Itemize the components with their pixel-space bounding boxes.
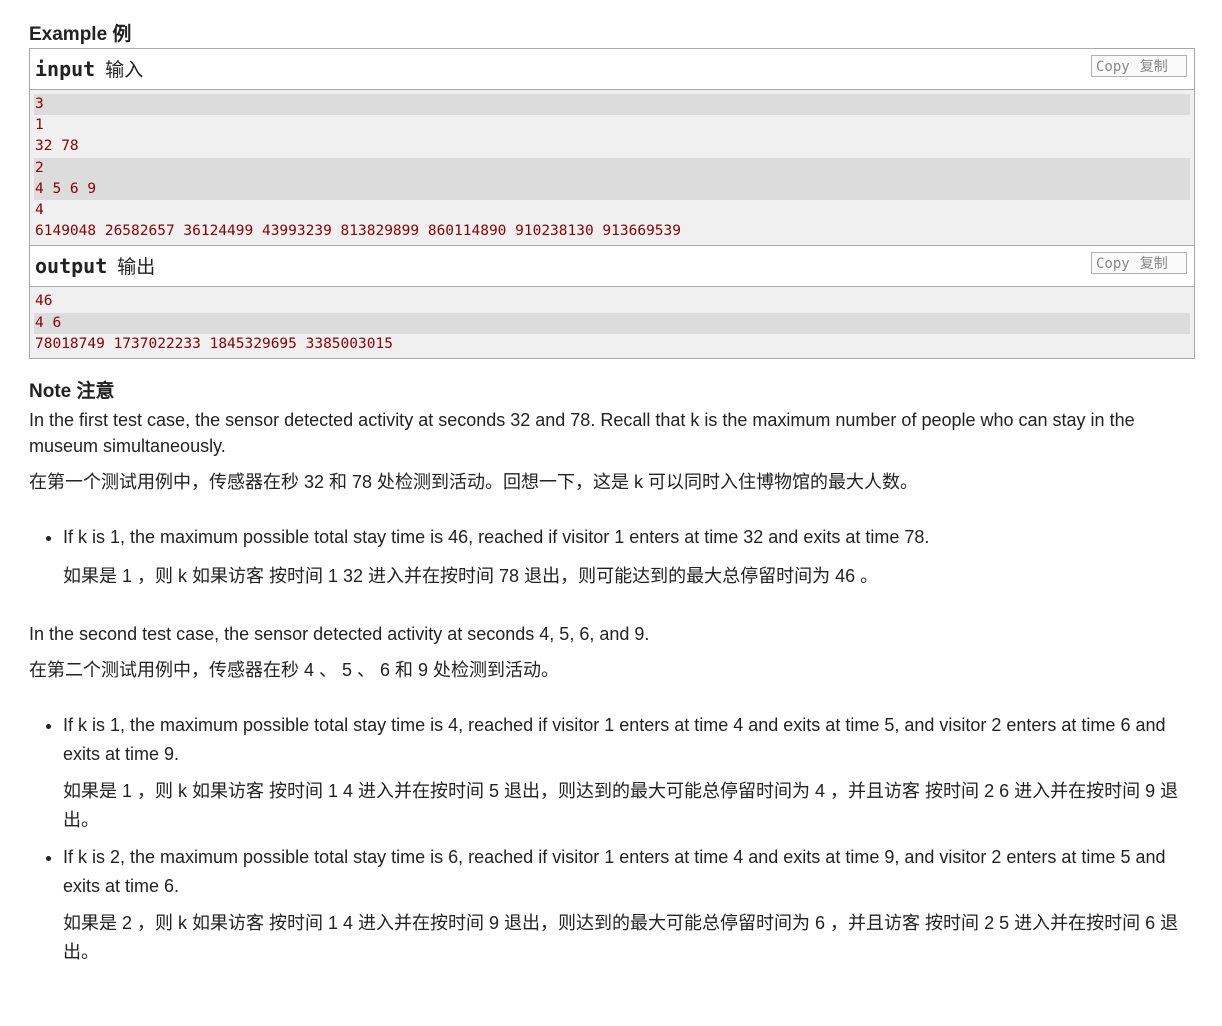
note-paragraph-1-zh: 在第一个测试用例中，传感器在秒 32 和 78 处检测到活动。回想一下，这是 k…: [29, 471, 919, 492]
input-line: 4 5 6 9: [34, 178, 1190, 200]
list-item: If k is 1, the maximum possible total st…: [63, 711, 1195, 835]
note-paragraph-2: In the second test case, the sensor dete…: [29, 623, 650, 644]
bullet-1-text: If k is 1, the maximum possible total st…: [63, 526, 930, 547]
bullet-3-text-zh: 如果是 2 ，则 k 如果访客 按时间 1 4 进入并在按时间 9 退出，则达到…: [63, 912, 1179, 962]
note-paragraph-2-zh: 在第二个测试用例中，传感器在秒 4 、 5 、 6 和 9 处检测到活动。: [29, 659, 560, 680]
input-header: input 输入 Copy 复制: [30, 49, 1194, 90]
output-line: 46: [35, 293, 53, 310]
input-copy-button[interactable]: Copy 复制: [1091, 55, 1187, 77]
note-list-1: If k is 1, the maximum possible total st…: [29, 523, 1195, 591]
note-paragraph-1: In the first test case, the sensor detec…: [29, 409, 1135, 456]
output-copy-button[interactable]: Copy 复制: [1091, 252, 1187, 275]
input-line: 6149048 26582657 36124499 43993239 81382…: [35, 223, 682, 240]
bullet-2-text: If k is 1, the maximum possible total st…: [63, 714, 1166, 764]
input-line: 1: [35, 117, 44, 134]
input-line: 2: [34, 157, 1190, 179]
input-line: 4: [35, 201, 44, 218]
input-box: input 输入 Copy 复制 3 1 32 78 2 4 5 6 9 4 614…: [29, 48, 1195, 247]
input-label-zh: 输入: [105, 59, 144, 81]
input-copy-label-zh: 复制: [1139, 59, 1168, 75]
output-copy-label: Copy: [1096, 256, 1130, 273]
example-title: Example 例: [29, 24, 132, 45]
note-list-2: If k is 1, the maximum possible total st…: [29, 711, 1195, 967]
input-line: 32 78: [35, 138, 79, 155]
bullet-3-text: If k is 2, the maximum possible total st…: [63, 846, 1166, 896]
output-line: 4 6: [34, 312, 1190, 334]
input-body[interactable]: 3 1 32 78 2 4 5 6 9 4 6149048 26582657 3…: [30, 90, 1194, 246]
input-label: input 输入: [35, 55, 143, 82]
input-label-en: input: [35, 57, 96, 81]
example-section: Example 例 input 输入 Copy 复制 3 1 32 78 2 4 5…: [29, 22, 1195, 967]
list-item: If k is 2, the maximum possible total st…: [63, 843, 1195, 967]
bullet-1-text-zh: 如果是 1 ，则 k 如果访客 按时间 1 32 进入并在按时间 78 退出，则…: [63, 565, 879, 586]
output-copy-label-zh: 复制: [1139, 256, 1168, 273]
output-header: output 输出 Copy 复制: [30, 246, 1194, 288]
output-body[interactable]: 46 4 6 78018749 1737022233 1845329695 33…: [30, 287, 1194, 358]
note-title: Note 注意: [29, 380, 115, 402]
input-copy-label: Copy: [1096, 59, 1130, 75]
output-line: 78018749 1737022233 1845329695 338500301…: [35, 335, 393, 352]
output-box: output 输出 Copy 复制 46 4 6 78018749 17370222…: [29, 246, 1195, 359]
bullet-2-text-zh: 如果是 1 ，则 k 如果访客 按时间 1 4 进入并在按时间 5 退出，则达到…: [63, 780, 1179, 830]
list-item: If k is 1, the maximum possible total st…: [63, 523, 1195, 591]
output-label-en: output: [35, 254, 108, 279]
input-line: 3: [34, 94, 1190, 116]
output-label-zh: 输出: [117, 256, 156, 279]
output-label: output 输出: [35, 252, 155, 279]
